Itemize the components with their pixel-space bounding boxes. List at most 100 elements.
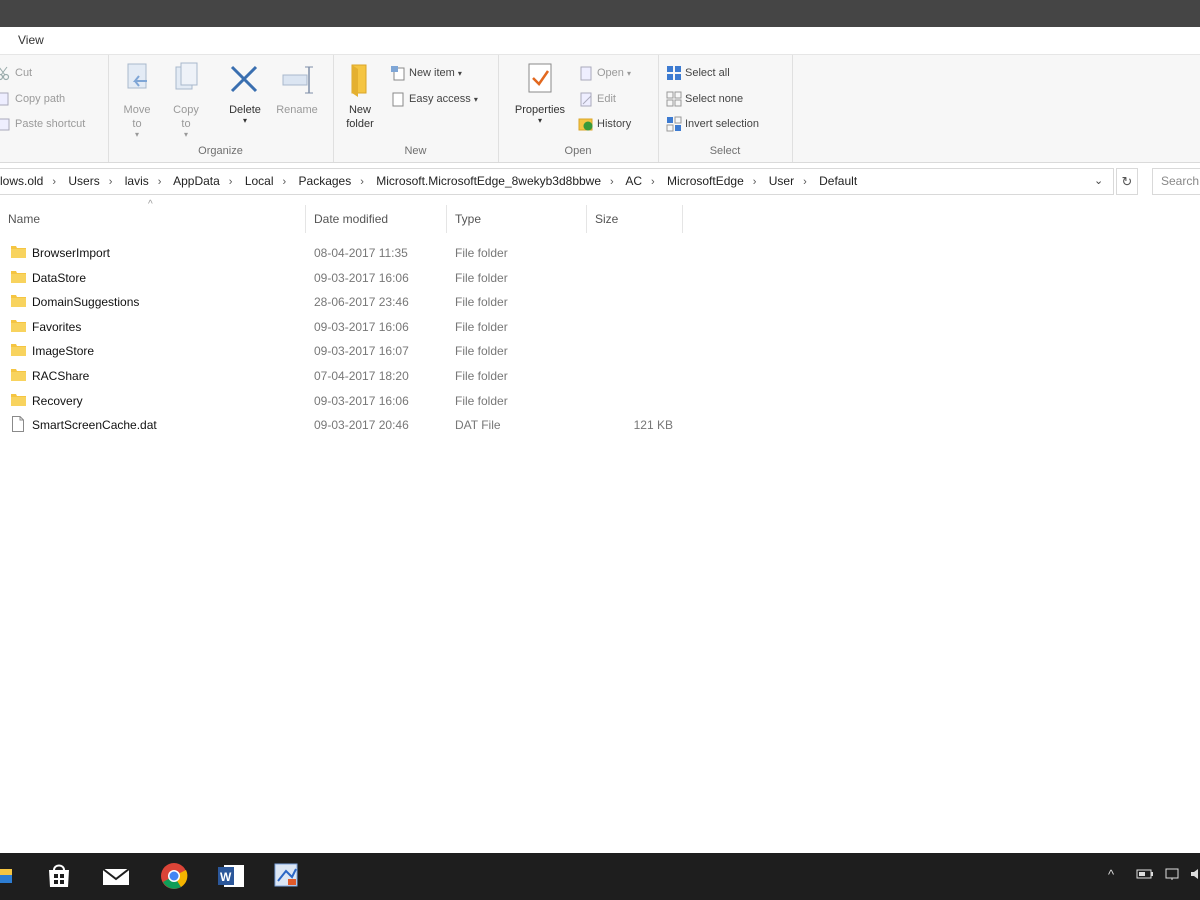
invert-selection-icon (666, 116, 682, 132)
edit-icon (578, 91, 594, 107)
breadcrumb-item[interactable]: Users (68, 174, 99, 188)
copy-path-icon (0, 91, 12, 107)
chevron-right-icon[interactable]: › (610, 176, 614, 188)
open-icon (578, 65, 594, 81)
store-icon[interactable] (44, 861, 74, 891)
refresh-icon[interactable]: ↻ (1116, 168, 1138, 195)
open-button[interactable]: Open ▾ (578, 63, 631, 83)
chrome-icon[interactable] (159, 861, 189, 891)
organize-group: Move to ▾ Copy to ▾ Delete ▾ Rename Organ… (108, 55, 334, 162)
move-to-icon (119, 61, 155, 99)
ribbon-tab-bar: View (0, 27, 1200, 55)
select-group-label: Select (709, 145, 741, 157)
file-explorer-icon[interactable] (0, 861, 24, 891)
list-item[interactable]: RACShare 07-04-2017 18:20 File folder (0, 364, 700, 389)
list-item[interactable]: DomainSuggestions 28-06-2017 23:46 File … (0, 290, 700, 315)
select-all-icon (666, 65, 682, 81)
search-input[interactable]: Search (1152, 168, 1200, 195)
breadcrumb-item[interactable]: AppData (173, 174, 220, 188)
select-none-icon (666, 91, 682, 107)
breadcrumb: lows.old › Users › lavis › AppData › Local › … (0, 174, 857, 188)
window-title-bar (0, 0, 1200, 27)
folder-icon (11, 368, 26, 381)
new-folder-button[interactable]: New folder (335, 61, 385, 131)
select-group: Select all Select none Invert selection … (658, 55, 793, 162)
ribbon: Cut Copy path Paste shortcut Move to ▾ C… (0, 55, 1200, 163)
list-item[interactable]: DataStore 09-03-2017 16:06 File folder (0, 266, 700, 291)
file-icon (12, 416, 24, 433)
chevron-right-icon[interactable]: › (109, 176, 113, 188)
breadcrumb-item[interactable]: User (769, 174, 794, 188)
file-list: BrowserImport 08-04-2017 11:35 File fold… (0, 241, 700, 438)
chevron-right-icon[interactable]: › (803, 176, 807, 188)
rename-icon (279, 61, 315, 99)
cut-button[interactable]: Cut (0, 63, 32, 83)
paint-icon[interactable] (272, 861, 302, 891)
breadcrumb-item[interactable]: Microsoft.MicrosoftEdge_8wekyb3d8bbwe (376, 174, 601, 188)
open-group-label: Open (564, 145, 592, 157)
volume-icon[interactable] (1190, 867, 1200, 884)
history-button[interactable]: History (578, 114, 631, 134)
folder-icon (11, 246, 26, 258)
breadcrumb-item[interactable]: MicrosoftEdge (667, 174, 744, 188)
properties-checkmark-icon (522, 61, 558, 99)
network-icon[interactable] (1164, 867, 1182, 884)
new-item-button[interactable]: New item ▾ (390, 63, 462, 83)
list-item[interactable]: BrowserImport 08-04-2017 11:35 File fold… (0, 241, 700, 266)
chevron-right-icon[interactable]: › (753, 176, 757, 188)
chevron-right-icon[interactable]: › (360, 176, 364, 188)
chevron-right-icon[interactable]: › (229, 176, 233, 188)
chevron-right-icon[interactable]: › (283, 176, 287, 188)
select-all-button[interactable]: Select all (666, 63, 730, 83)
column-header-date[interactable]: Date modified (306, 205, 447, 233)
move-to-button[interactable]: Move to ▾ (112, 61, 162, 139)
invert-selection-button[interactable]: Invert selection (666, 114, 759, 134)
delete-button[interactable]: Delete ▾ (220, 61, 270, 125)
tab-view[interactable]: View (18, 33, 44, 47)
scissors-icon (0, 65, 12, 81)
breadcrumb-item[interactable]: Packages (299, 174, 352, 188)
copy-path-button[interactable]: Copy path (0, 89, 65, 109)
battery-icon[interactable] (1136, 867, 1154, 884)
easy-access-button[interactable]: Easy access ▾ (390, 89, 478, 109)
edit-button[interactable]: Edit (578, 89, 616, 109)
copy-to-button[interactable]: Copy to ▾ (161, 61, 211, 139)
list-item[interactable]: Favorites 09-03-2017 16:06 File folder (0, 315, 700, 340)
chevron-right-icon[interactable]: › (651, 176, 655, 188)
properties-button[interactable]: Properties ▾ (512, 61, 568, 125)
column-header-name[interactable]: Name (0, 205, 306, 233)
list-item[interactable]: ImageStore 09-03-2017 16:07 File folder (0, 339, 700, 364)
new-item-icon (390, 65, 406, 81)
breadcrumb-item[interactable]: lavis (125, 174, 149, 188)
breadcrumb-item[interactable]: Local (245, 174, 274, 188)
taskbar: W ^ (0, 853, 1200, 900)
chevron-right-icon[interactable]: › (52, 176, 56, 188)
address-dropdown-icon[interactable]: ⌄ (1094, 174, 1103, 187)
clipboard-group: Cut Copy path Paste shortcut (0, 55, 109, 162)
easy-access-icon (390, 91, 406, 107)
open-group: Properties ▾ Open ▾ Edit History Open (498, 55, 659, 162)
new-group: New folder New item ▾ Easy access ▾ New (333, 55, 499, 162)
word-icon[interactable]: W (216, 861, 246, 891)
address-path-box[interactable]: lows.old › Users › lavis › AppData › Local › … (0, 168, 1114, 195)
column-header-type[interactable]: Type (447, 205, 587, 233)
rename-button[interactable]: Rename (272, 61, 322, 117)
folder-icon (11, 319, 26, 332)
chevron-up-icon[interactable]: ^ (1108, 867, 1114, 882)
paste-shortcut-button[interactable]: Paste shortcut (0, 114, 85, 134)
column-header-size[interactable]: Size (587, 205, 683, 233)
breadcrumb-item[interactable]: lows.old (0, 174, 43, 188)
list-item[interactable]: Recovery 09-03-2017 16:06 File folder (0, 389, 700, 414)
folder-icon (11, 393, 26, 406)
address-bar: lows.old › Users › lavis › AppData › Local › … (0, 168, 1200, 196)
breadcrumb-item[interactable]: Default (819, 174, 857, 188)
breadcrumb-item[interactable]: AC (625, 174, 642, 188)
folder-icon (11, 270, 26, 283)
chevron-right-icon[interactable]: › (158, 176, 162, 188)
svg-text:W: W (220, 870, 232, 884)
mail-icon[interactable] (101, 861, 131, 891)
list-item[interactable]: SmartScreenCache.dat 09-03-2017 20:46 DA… (0, 413, 700, 438)
new-group-label: New (404, 145, 427, 157)
new-folder-icon (342, 61, 378, 99)
select-none-button[interactable]: Select none (666, 89, 743, 109)
